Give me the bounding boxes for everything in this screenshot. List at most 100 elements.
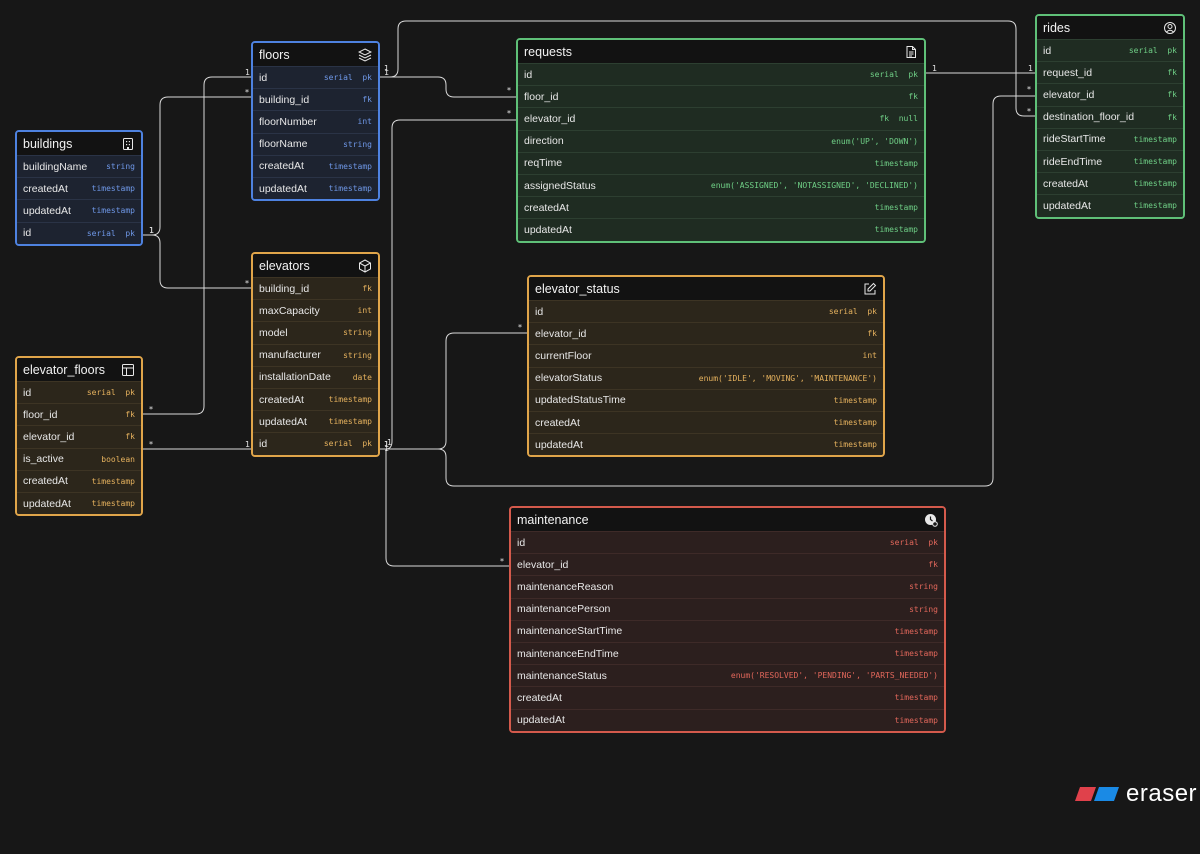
- table-row[interactable]: id serial pk: [511, 531, 944, 554]
- field-type: int: [862, 351, 877, 361]
- table-elevators[interactable]: elevators building_id fk maxCapacity int mod…: [251, 252, 380, 457]
- table-row[interactable]: installationDate date: [253, 365, 378, 388]
- field-name: updatedAt: [517, 714, 565, 727]
- table-row[interactable]: id serial pk: [253, 432, 378, 455]
- table-header[interactable]: elevator_status: [529, 277, 883, 300]
- table-row[interactable]: elevator_id fk null: [518, 107, 924, 130]
- field-name: createdAt: [259, 160, 304, 173]
- table-rides[interactable]: rides id serial pk request_id fk elevator_id…: [1035, 14, 1185, 219]
- table-row[interactable]: id serial pk: [518, 63, 924, 86]
- table-buildings[interactable]: buildings buildingName string createdAt tim…: [15, 130, 143, 246]
- field-name: createdAt: [23, 182, 68, 195]
- field-name: elevator_id: [535, 327, 587, 340]
- field-name: updatedAt: [524, 223, 572, 236]
- table-row[interactable]: updatedAt timestamp: [511, 708, 944, 731]
- table-row[interactable]: createdAt timestamp: [529, 410, 883, 434]
- table-row[interactable]: elevatorStatus enum('IDLE', 'MOVING', 'MA…: [529, 366, 883, 389]
- table-row[interactable]: updatedStatusTime timestamp: [529, 388, 883, 411]
- table-row[interactable]: maintenanceReason string: [511, 575, 944, 598]
- field-name: createdAt: [524, 201, 569, 214]
- table-row[interactable]: manufacturer string: [253, 343, 378, 366]
- table-row[interactable]: elevator_id fk: [17, 425, 141, 448]
- table-row[interactable]: building_id fk: [253, 277, 378, 300]
- table-row[interactable]: updatedAt timestamp: [253, 410, 378, 433]
- table-row[interactable]: maxCapacity int: [253, 299, 378, 322]
- table-header[interactable]: elevators: [253, 254, 378, 277]
- field-type: fk: [1167, 90, 1177, 100]
- table-row[interactable]: updatedAt timestamp: [518, 218, 924, 241]
- table-row[interactable]: request_id fk: [1037, 61, 1183, 84]
- table-row[interactable]: assignedStatus enum('ASSIGNED', 'NOTASSIG…: [518, 173, 924, 197]
- field-name: buildingName: [23, 160, 88, 173]
- table-row[interactable]: id serial pk: [1037, 39, 1183, 62]
- table-row[interactable]: floor_id fk: [518, 85, 924, 108]
- table-row[interactable]: createdAt timestamp: [511, 686, 944, 709]
- field-name: updatedAt: [535, 438, 583, 451]
- field-type: serial pk: [86, 228, 135, 238]
- table-row[interactable]: buildingName string: [17, 155, 141, 178]
- table-row[interactable]: elevator_id fk: [1037, 83, 1183, 106]
- field-type: timestamp: [874, 158, 918, 168]
- field-type: string: [909, 604, 938, 614]
- table-row[interactable]: floor_id fk: [17, 403, 141, 426]
- table-header[interactable]: buildings: [17, 132, 141, 155]
- table-row[interactable]: floorName string: [253, 132, 378, 155]
- table-row[interactable]: updatedAt timestamp: [529, 433, 883, 456]
- table-row[interactable]: updatedAt timestamp: [1037, 194, 1183, 217]
- table-row[interactable]: updatedAt timestamp: [17, 199, 141, 222]
- field-type: timestamp: [1133, 157, 1177, 167]
- table-row[interactable]: createdAt timestamp: [253, 387, 378, 411]
- table-row[interactable]: updatedAt timestamp: [17, 491, 141, 515]
- field-name: floorNumber: [259, 115, 317, 128]
- table-row[interactable]: id serial pk: [17, 381, 141, 404]
- table-header[interactable]: elevator_floors: [17, 358, 141, 381]
- table-header[interactable]: maintenance: [511, 508, 944, 531]
- table-row[interactable]: id serial pk: [529, 300, 883, 323]
- table-row[interactable]: rideEndTime timestamp: [1037, 149, 1183, 173]
- table-row[interactable]: currentFloor int: [529, 344, 883, 367]
- table-row[interactable]: id serial pk: [17, 221, 141, 244]
- table-row[interactable]: maintenanceStartTime timestamp: [511, 619, 944, 642]
- table-row[interactable]: rideStartTime timestamp: [1037, 127, 1183, 150]
- table-row[interactable]: destination_floor_id fk: [1037, 105, 1183, 128]
- table-header[interactable]: rides: [1037, 16, 1183, 39]
- eraser-logo-mark: [1075, 787, 1119, 801]
- table-row[interactable]: direction enum('UP', 'DOWN'): [518, 129, 924, 152]
- table-row[interactable]: updatedAt timestamp: [253, 176, 378, 200]
- table-maintenance[interactable]: maintenance id serial pk elevator_id fk main…: [509, 506, 946, 733]
- cardinality-label-to: *: [507, 109, 511, 118]
- table-row[interactable]: elevator_id fk: [511, 553, 944, 576]
- table-floors[interactable]: floors id serial pk building_id fk floorNumb…: [251, 41, 380, 202]
- table-elevator-status[interactable]: elevator_status id serial pk elevator_id fk…: [527, 275, 885, 458]
- table-row[interactable]: id serial pk: [253, 66, 378, 89]
- table-row[interactable]: createdAt timestamp: [1037, 172, 1183, 195]
- table-row[interactable]: createdAt timestamp: [518, 196, 924, 219]
- table-row[interactable]: createdAt timestamp: [253, 154, 378, 177]
- table-row[interactable]: createdAt timestamp: [17, 177, 141, 200]
- table-row[interactable]: building_id fk: [253, 88, 378, 111]
- field-type: int: [357, 117, 372, 127]
- table-row[interactable]: elevator_id fk: [529, 322, 883, 345]
- table-elevator-floors[interactable]: elevator_floors id serial pk floor_id fk ele…: [15, 356, 143, 517]
- cardinality-label-to: *: [245, 88, 249, 97]
- table-row[interactable]: maintenanceStatus enum('RESOLVED', 'PENDI…: [511, 664, 944, 687]
- field-name: id: [259, 437, 268, 450]
- table-requests[interactable]: requests id serial pk floor_id fk elevator_i…: [516, 38, 926, 243]
- table-header[interactable]: requests: [518, 40, 924, 63]
- field-type: string: [909, 582, 938, 592]
- table-row[interactable]: is_active boolean: [17, 447, 141, 470]
- field-type: string: [343, 350, 372, 360]
- table-row[interactable]: createdAt timestamp: [17, 469, 141, 492]
- table-header[interactable]: floors: [253, 43, 378, 66]
- field-name: destination_floor_id: [1043, 111, 1135, 124]
- field-name: createdAt: [259, 393, 304, 406]
- field-type: timestamp: [328, 395, 372, 405]
- cardinality-label-from: 1: [932, 64, 937, 73]
- table-row[interactable]: maintenanceEndTime timestamp: [511, 641, 944, 665]
- table-row[interactable]: model string: [253, 321, 378, 344]
- field-type: timestamp: [328, 417, 372, 427]
- table-row[interactable]: reqTime timestamp: [518, 151, 924, 174]
- field-name: reqTime: [524, 157, 563, 170]
- table-row[interactable]: floorNumber int: [253, 110, 378, 133]
- table-row[interactable]: maintenancePerson string: [511, 597, 944, 620]
